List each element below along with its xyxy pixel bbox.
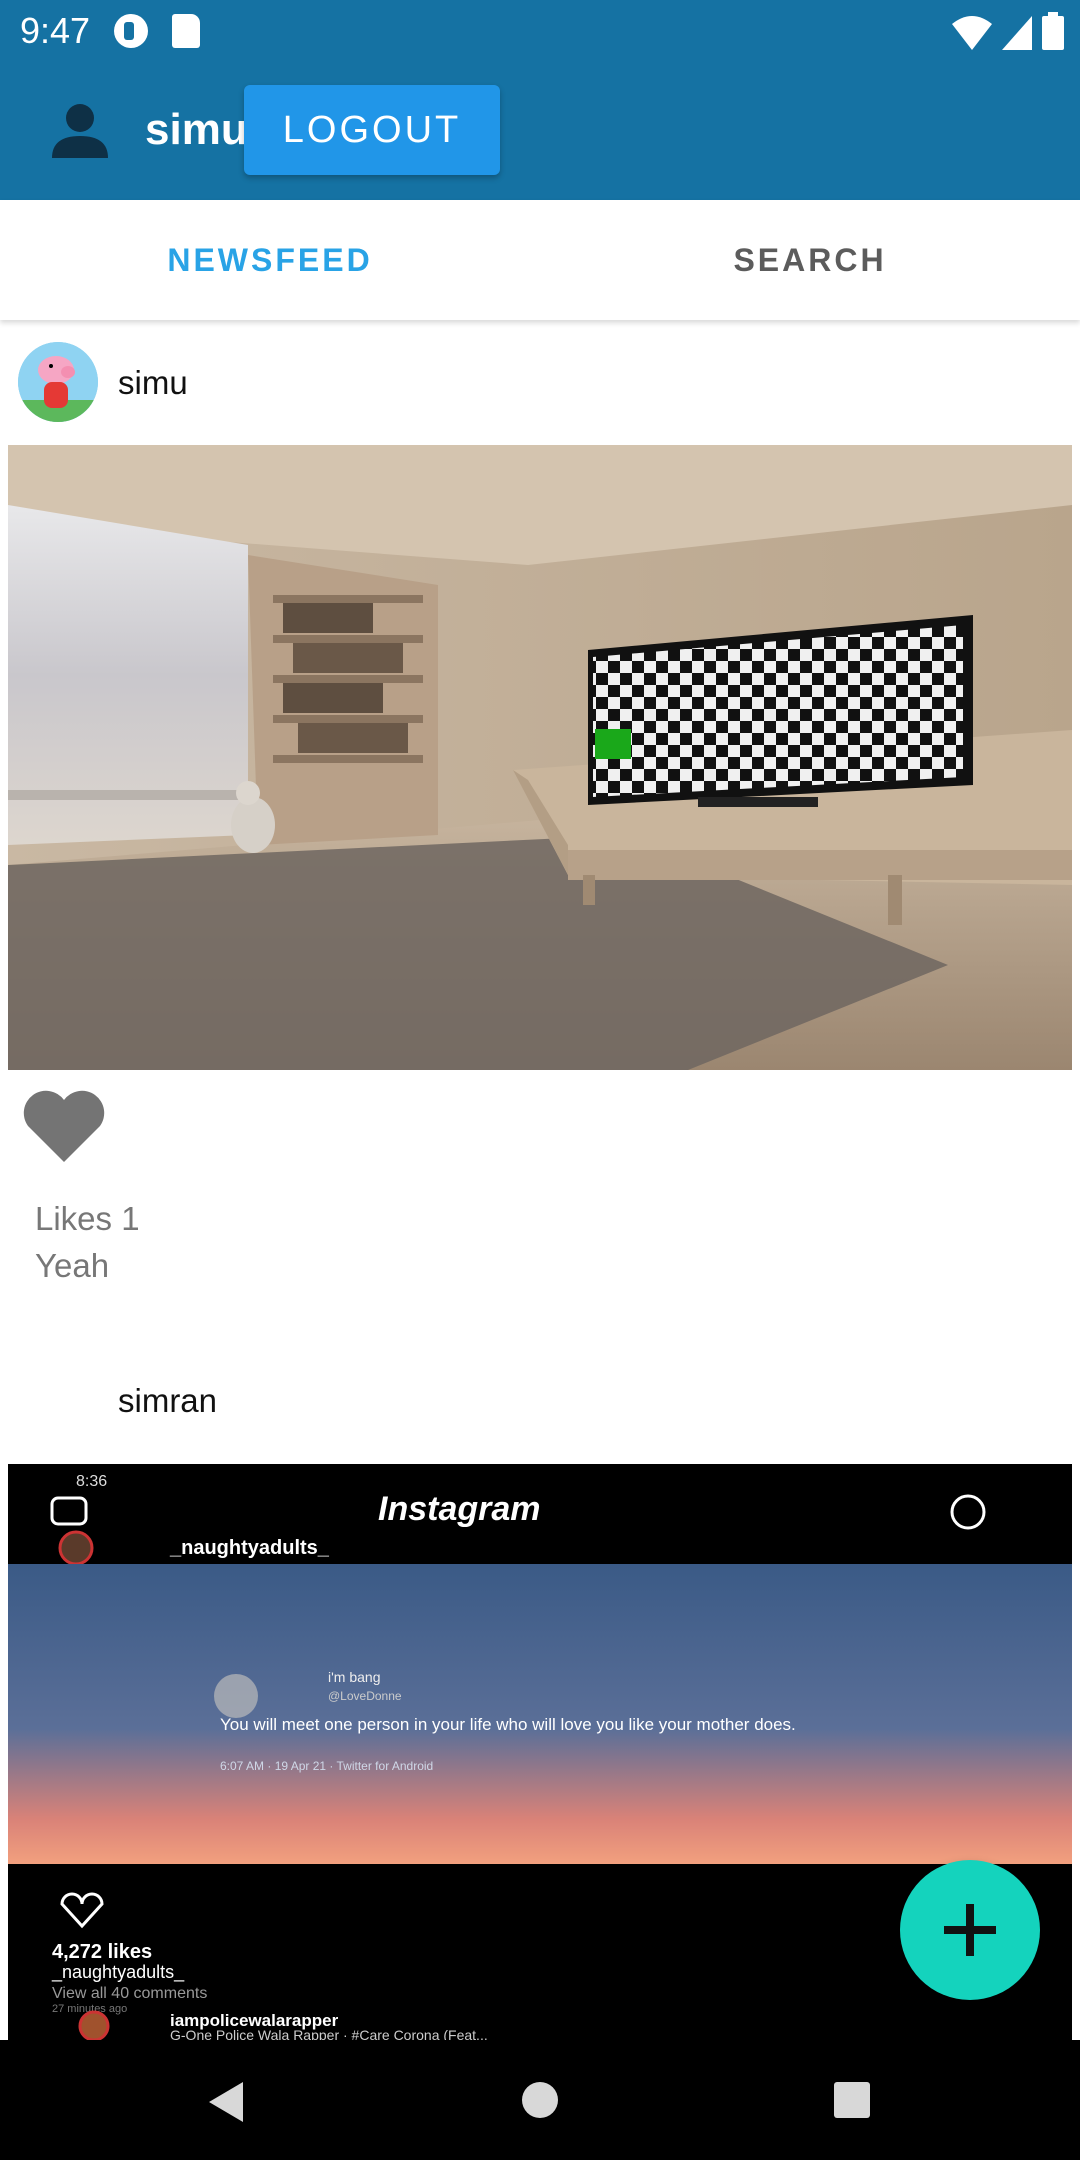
ig-tweet-meta: 6:07 AM · 19 Apr 21 · Twitter for Androi… bbox=[220, 1759, 433, 1773]
ig-tweet-text: You will meet one person in your life wh… bbox=[220, 1715, 796, 1734]
ig-tweet-handle: @LoveDonne bbox=[328, 1689, 402, 1703]
back-icon[interactable] bbox=[205, 2082, 245, 2122]
post-author-name[interactable]: simu bbox=[118, 364, 188, 402]
tab-newsfeed[interactable]: NEWSFEED bbox=[0, 200, 540, 320]
likes-count: Likes 1 bbox=[35, 1200, 140, 1237]
ig-next-sub: G-One Police Wala Rapper · #Care Corona … bbox=[170, 2027, 488, 2040]
recents-icon[interactable] bbox=[834, 2082, 870, 2118]
tab-bar: NEWSFEED SEARCH bbox=[0, 200, 1080, 320]
current-username: simu bbox=[145, 105, 248, 154]
status-time: 9:47 bbox=[20, 10, 91, 51]
ig-account: _naughtyadults_ bbox=[169, 1537, 330, 1559]
post-author-name[interactable]: simran bbox=[118, 1382, 217, 1420]
wifi-icon bbox=[952, 16, 992, 50]
notification-app-icon bbox=[114, 14, 148, 48]
ig-caption-user: _naughtyadults_ bbox=[51, 1962, 185, 1983]
screen: 9:47 simu LOGOUT NEWSFEED SEARCH simu Li… bbox=[0, 0, 1080, 2160]
ig-tweet-name: i'm bang bbox=[328, 1669, 380, 1685]
add-post-button[interactable] bbox=[900, 1860, 1040, 2000]
signal-icon bbox=[1002, 16, 1032, 50]
battery-icon bbox=[1042, 12, 1064, 50]
post-header: simu bbox=[0, 320, 1080, 440]
ig-time: 8:36 bbox=[76, 1473, 107, 1490]
sd-card-icon bbox=[172, 14, 200, 48]
system-navigation-bar bbox=[0, 2040, 1080, 2160]
ig-comments: View all 40 comments bbox=[52, 1985, 207, 2002]
ig-likes: 4,272 likes bbox=[52, 1941, 152, 1963]
status-indicators bbox=[952, 12, 1064, 50]
ig-title: Instagram bbox=[378, 1490, 541, 1528]
post-caption: Yeah bbox=[35, 1247, 110, 1284]
status-bar: 9:47 bbox=[0, 0, 1080, 63]
like-button[interactable] bbox=[22, 1090, 106, 1167]
home-icon[interactable] bbox=[522, 2082, 558, 2118]
app-bar: simu LOGOUT bbox=[0, 63, 1080, 200]
account-icon bbox=[52, 104, 108, 158]
author-avatar[interactable] bbox=[18, 342, 98, 422]
newsfeed-list[interactable]: simu Likes 1 Yeah simran 8:36 Instagram … bbox=[0, 320, 1080, 2040]
bookshelf bbox=[248, 555, 438, 845]
tab-search[interactable]: SEARCH bbox=[540, 200, 1080, 320]
logout-button[interactable]: LOGOUT bbox=[244, 85, 500, 175]
plus-icon bbox=[944, 1904, 996, 1956]
post-image-room[interactable] bbox=[8, 445, 1072, 1070]
heart-icon bbox=[23, 1090, 105, 1162]
